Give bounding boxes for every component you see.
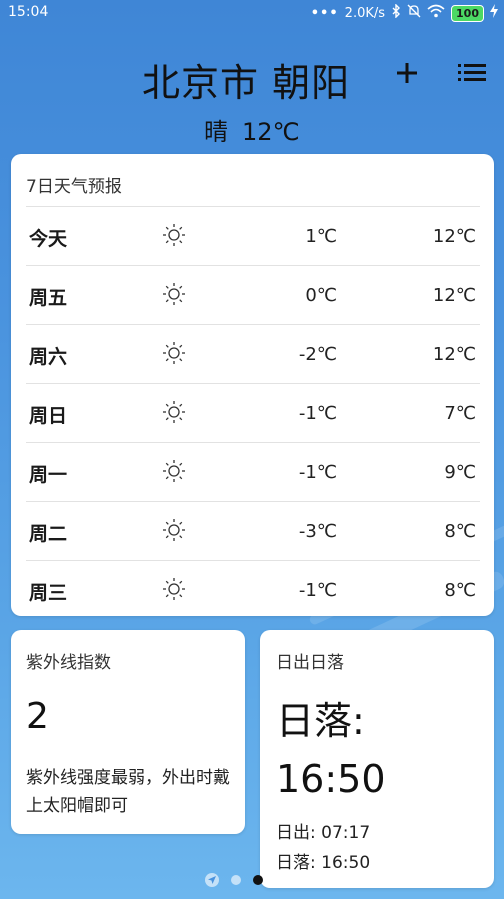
page-dot-active[interactable]: [253, 875, 263, 885]
uv-title: 紫外线指数: [26, 653, 111, 673]
sun-details: 日出: 07:17 日落: 16:50: [276, 818, 370, 878]
forecast-day: 周日: [29, 405, 68, 427]
sunset-highlight: 日落: 16:50: [276, 692, 386, 808]
sun-icon: [163, 578, 185, 600]
sun-icon: [163, 283, 185, 305]
sunset-row: 日落: 16:50: [276, 848, 370, 878]
uv-description: 紫外线强度最弱，外出时戴上太阳帽即可: [26, 768, 230, 816]
status-time: 15:04: [8, 4, 49, 20]
forecast-card: 7日天气预报 今天 1℃ 12℃ 周五 0℃ 12℃ 周六 -2℃ 12℃ 周日…: [11, 154, 494, 616]
sunset-big-label: 日落:: [276, 699, 365, 743]
uv-value: 2: [26, 696, 49, 737]
mute-bell-icon: [407, 4, 421, 22]
forecast-row: 周二 -3℃ 8℃: [26, 502, 480, 561]
forecast-high: 9℃: [444, 462, 476, 483]
current-temperature: 12℃: [242, 118, 300, 146]
forecast-low: -1℃: [298, 403, 337, 424]
uv-index-card: 紫外线指数 2 紫外线强度最弱，外出时戴上太阳帽即可: [11, 630, 245, 834]
forecast-high: 7℃: [444, 403, 476, 424]
sunset-big-time: 16:50: [276, 757, 386, 801]
forecast-low: -2℃: [298, 344, 337, 365]
sun-icon: [163, 401, 185, 423]
forecast-low: -3℃: [298, 521, 337, 542]
sun-icon: [163, 519, 185, 541]
forecast-low: -1℃: [298, 580, 337, 601]
battery-indicator: 100: [451, 4, 484, 22]
sunrise-label: 日出:: [276, 823, 316, 843]
forecast-high: 8℃: [444, 580, 476, 601]
sun-icon: [163, 460, 185, 482]
forecast-row: 周六 -2℃ 12℃: [26, 325, 480, 384]
forecast-row: 周日 -1℃ 7℃: [26, 384, 480, 443]
add-city-button[interactable]: [392, 56, 422, 90]
forecast-low: -1℃: [298, 462, 337, 483]
forecast-day: 周五: [29, 287, 68, 309]
forecast-row: 周五 0℃ 12℃: [26, 266, 480, 325]
forecast-row: 今天 1℃ 12℃: [26, 207, 480, 266]
plus-icon: [397, 63, 417, 83]
charging-icon: [490, 4, 498, 22]
sun-icon: [163, 342, 185, 364]
sunset-time: 16:50: [321, 853, 371, 873]
list-menu-icon: [458, 64, 486, 81]
page-dot[interactable]: [231, 875, 241, 885]
sunrise-time: 07:17: [321, 823, 371, 843]
wifi-icon: [427, 4, 445, 22]
location-arrow-icon: [208, 876, 216, 884]
menu-button[interactable]: [458, 62, 486, 84]
forecast-list: 今天 1℃ 12℃ 周五 0℃ 12℃ 周六 -2℃ 12℃ 周日 -1℃ 7℃…: [26, 206, 480, 619]
sunrise-sunset-card: 日出日落 日落: 16:50 日出: 07:17 日落: 16:50: [260, 630, 494, 888]
current-condition: 晴 12℃: [204, 112, 314, 147]
sun-title: 日出日落: [276, 653, 344, 673]
bluetooth-icon: [391, 3, 401, 22]
forecast-row: 周三 -1℃ 8℃: [26, 561, 480, 619]
forecast-low: 0℃: [305, 285, 337, 306]
status-bar: 15:04 ••• 2.0K/s 100: [0, 0, 504, 26]
status-icons: ••• 2.0K/s 100: [310, 3, 498, 22]
condition-text: 晴: [204, 118, 228, 146]
sunrise-row: 日出: 07:17: [276, 818, 370, 848]
forecast-high: 12℃: [432, 226, 476, 247]
sun-icon: [163, 224, 185, 246]
network-speed: 2.0K/s: [344, 5, 386, 21]
sunset-label: 日落:: [276, 853, 316, 873]
forecast-day: 周二: [29, 523, 68, 545]
page-indicator: [205, 873, 263, 887]
city-name: 北京市 朝阳: [142, 61, 351, 105]
forecast-day: 周一: [29, 464, 68, 486]
forecast-high: 12℃: [432, 285, 476, 306]
forecast-day: 周六: [29, 346, 68, 368]
forecast-low: 1℃: [305, 226, 337, 247]
forecast-day: 今天: [29, 228, 68, 250]
forecast-row: 周一 -1℃ 9℃: [26, 443, 480, 502]
forecast-high: 12℃: [432, 344, 476, 365]
forecast-title: 7日天气预报: [26, 177, 122, 197]
forecast-high: 8℃: [444, 521, 476, 542]
location-page-dot[interactable]: [205, 873, 219, 887]
forecast-day: 周三: [29, 582, 68, 604]
more-dots-icon: •••: [310, 5, 339, 21]
